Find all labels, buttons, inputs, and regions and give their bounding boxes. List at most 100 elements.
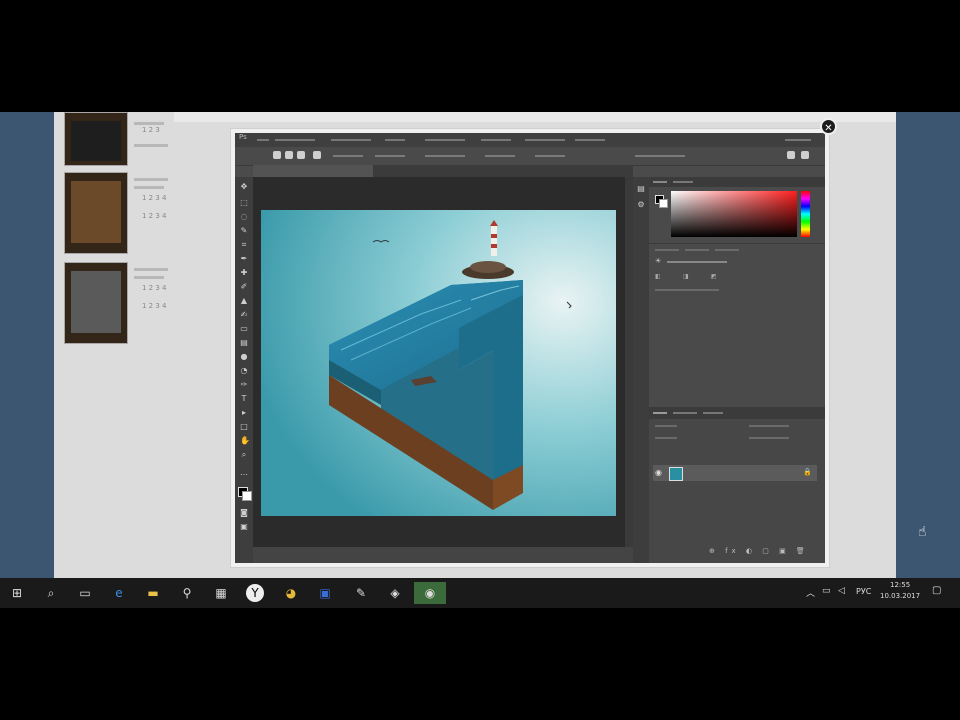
store-icon[interactable]: ▦ [210,582,232,604]
menu-item[interactable] [481,139,511,141]
more-tools-icon[interactable]: … [240,469,248,477]
page-header-strip [174,112,896,122]
tab-swatches[interactable] [673,181,693,183]
history-brush-tool-icon[interactable]: ✍ [240,311,248,319]
history-panel-icon[interactable]: ▤ [637,185,645,193]
background-color-icon[interactable] [242,491,252,501]
workspace-icon[interactable] [801,151,809,159]
edge-icon[interactable]: e [108,582,130,604]
app-icon-2[interactable]: ◈ [384,582,406,604]
product-card[interactable]: 1 2 3 4 1 2 3 4 [64,172,174,254]
menu-item[interactable] [525,139,565,141]
healing-tool-icon[interactable]: ✚ [240,269,248,277]
menu-item[interactable] [331,139,371,141]
shape-tool-icon[interactable]: □ [240,423,248,431]
zoom-tool-icon[interactable]: ⌕ [240,451,248,459]
color-panel-tabs [649,177,825,187]
desktop: 1 2 3 1 2 3 4 1 2 3 4 1 2 3 4 1 2 3 4 Ps [0,112,960,607]
browser-page: 1 2 3 1 2 3 4 1 2 3 4 1 2 3 4 1 2 3 4 Ps [54,112,896,578]
product-meta: 1 2 3 4 [142,212,167,220]
blur-tool-icon[interactable]: ● [240,353,248,361]
eyedropper-tool-icon[interactable]: ✒ [240,255,248,263]
brush-icon[interactable] [285,151,293,159]
canvas-area[interactable] [253,177,633,547]
product-thumbnail[interactable] [64,172,128,254]
workspace-icon[interactable] [787,151,795,159]
pin-icon[interactable]: ⚲ [176,582,198,604]
canvas-scrollbar[interactable] [625,177,633,547]
yandex-icon[interactable]: Y [246,584,264,602]
network-icon[interactable]: ▭ [822,586,831,596]
photoshop-taskbar-icon[interactable]: ◉ [414,582,446,604]
notifications-icon[interactable]: ▢ [932,585,941,596]
product-card[interactable]: 1 2 3 4 1 2 3 4 [64,262,174,344]
quick-select-tool-icon[interactable]: ✎ [240,227,248,235]
move-tool-icon[interactable]: ✥ [240,183,248,191]
layers-panel: ◉ 🔒 ⊕ fx ◐ ▢ ▣ 🗑 [649,407,825,563]
menu-item[interactable] [385,139,405,141]
gradient-tool-icon[interactable]: ▤ [240,339,248,347]
product-meta: 1 2 3 4 [142,302,167,310]
app-icon[interactable]: ▣ [314,582,336,604]
volume-icon[interactable]: ◁ [838,586,845,596]
path-select-tool-icon[interactable]: ▸ [240,409,248,417]
mouse-cursor-icon: ☝ [918,524,927,540]
menu-item[interactable] [275,139,315,141]
adjustment-icon[interactable]: ◨ [683,273,689,280]
window-controls[interactable] [785,139,811,141]
photoshop-logo-icon: Ps [239,133,247,141]
tray-chevron-icon[interactable]: ︿ [806,586,815,599]
product-thumbnail[interactable] [64,112,128,166]
pen-tool-icon[interactable]: ✑ [240,381,248,389]
tab-color[interactable] [653,181,667,183]
layer-action-buttons[interactable]: ⊕ fx ◐ ▢ ▣ 🗑 [709,547,809,555]
hand-tool-icon[interactable]: ✋ [240,437,250,445]
quick-mask-icon[interactable]: ◙ [240,509,248,517]
fg-bg-swatch[interactable] [655,195,668,208]
adjustment-icon[interactable]: ◧ [655,273,661,280]
eraser-tool-icon[interactable]: ▭ [240,325,248,333]
options-bar [235,147,825,166]
document-tab[interactable] [253,165,373,177]
task-view-icon[interactable]: ▭ [74,582,96,604]
product-thumbnail[interactable] [64,262,128,344]
tool-preset-icon[interactable] [273,151,281,159]
stamp-tool-icon[interactable]: ▲ [240,297,248,305]
tab-paths[interactable] [703,412,723,414]
visibility-eye-icon[interactable]: ◉ [655,468,662,477]
adjustment-icon[interactable]: ☀ [655,257,661,265]
type-tool-icon[interactable]: T [240,395,248,403]
menu-item[interactable] [257,139,269,141]
crop-tool-icon[interactable]: ⌗ [240,241,248,249]
menu-bar: Ps [235,133,825,147]
chrome-icon[interactable]: ◕ [280,582,302,604]
brush-icon[interactable] [297,151,305,159]
menu-item[interactable] [575,139,605,141]
lasso-tool-icon[interactable]: ◌ [240,213,248,221]
screen-mode-icon[interactable]: ▣ [240,523,248,531]
file-explorer-icon[interactable]: ▬ [142,582,164,604]
product-meta: 1 2 3 4 [142,284,167,292]
brush-tool-icon[interactable]: ✐ [240,283,248,291]
color-picker-field[interactable] [671,191,797,237]
notepad-icon[interactable]: ✎ [350,582,372,604]
clock-date[interactable]: 10.03.2017 [880,592,920,600]
photoshop-window[interactable]: Ps ✥ ⬚ ◌ ✎ ⌗ ✒ ✚ ✐ ▲ ✍ ▭ ▤ ● ◔ ✑ T ▸ □ ✋… [230,128,830,568]
language-indicator[interactable]: РУС [856,587,871,596]
option-icon[interactable] [313,151,321,159]
windows-start-icon[interactable]: ⊞ [6,582,28,604]
properties-panel-icon[interactable]: ⚙ [637,201,645,209]
close-button[interactable]: ✕ [820,118,837,135]
dodge-tool-icon[interactable]: ◔ [240,367,248,375]
product-meta: 1 2 3 [142,126,160,134]
marquee-tool-icon[interactable]: ⬚ [240,199,248,207]
tab-channels[interactable] [673,412,697,414]
adjustment-icon[interactable]: ◩ [711,273,717,280]
tab-layers[interactable] [653,412,667,414]
clock-time[interactable]: 12:55 [890,581,910,589]
hue-slider[interactable] [801,191,810,237]
artwork-image[interactable] [261,210,616,516]
layer-row[interactable]: ◉ 🔒 [653,465,817,481]
search-icon[interactable]: ⌕ [40,582,62,604]
menu-item[interactable] [425,139,465,141]
